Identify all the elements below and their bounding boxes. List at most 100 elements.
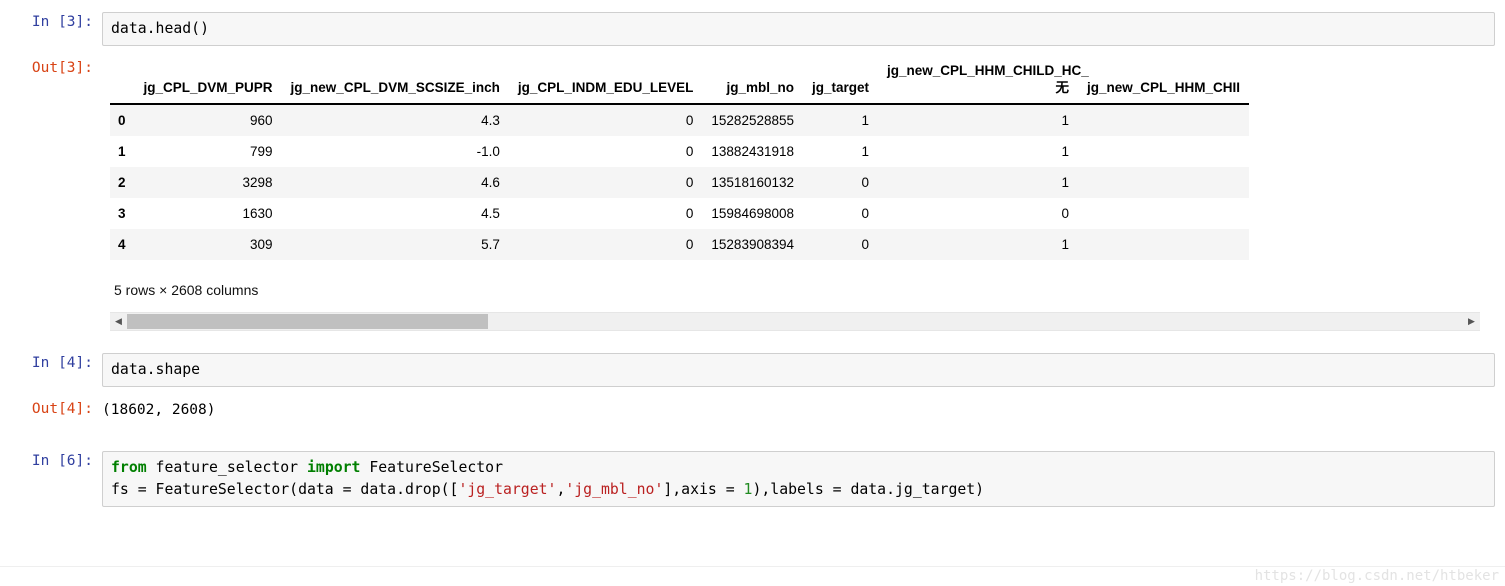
string-jg-mbl-no: 'jg_mbl_no' <box>565 481 664 498</box>
row-index: 4 <box>118 237 126 252</box>
table-row: 4 309 5.7 0 15283908394 0 1 <box>110 229 1250 260</box>
code-text-3: data.head() <box>111 20 209 37</box>
table-row: 2 3298 4.6 0 13518160132 0 1 <box>110 167 1250 198</box>
dataframe-col-0: jg_CPL_DVM_PUPR <box>134 58 282 105</box>
code-editor-4[interactable]: data.shape <box>102 353 1495 387</box>
table-row: 1 799 -1.0 0 13882431918 1 1 <box>110 136 1250 167</box>
row-index: 0 <box>118 113 126 128</box>
scrollbar-track[interactable] <box>127 313 1463 330</box>
dataframe-col-4: jg_target <box>803 58 879 105</box>
cell-value: 13882431918 <box>711 144 794 159</box>
spacer-cell4 <box>0 331 1505 353</box>
cell-value: 15282528855 <box>711 113 794 128</box>
watermark-text: https://blog.csdn.net/htbeker <box>1254 568 1499 584</box>
cell-value <box>1078 229 1249 260</box>
row-index: 3 <box>118 206 126 221</box>
cell-value: 13518160132 <box>711 175 794 190</box>
cell-value: 960 <box>250 113 273 128</box>
cell-value: 1 <box>1061 144 1070 159</box>
cell-value: 0 <box>685 206 694 221</box>
cell-value <box>1078 104 1249 136</box>
cell-value: 4.3 <box>481 113 500 128</box>
cell-value: 0 <box>685 237 694 252</box>
cell-value: 1630 <box>242 206 273 221</box>
code-cell-4: In [4]: data.shape <box>0 353 1505 387</box>
cell-value: 0 <box>1061 206 1070 221</box>
cell-value: -1.0 <box>476 144 500 159</box>
cell-value: 5.7 <box>481 237 500 252</box>
cell-value: 1 <box>1061 113 1070 128</box>
cell-value: 15283908394 <box>711 237 794 252</box>
code-cell-3: In [3]: data.head() <box>0 12 1505 46</box>
table-row: 0 960 4.3 0 15282528855 1 1 <box>110 104 1250 136</box>
code-cell-6: In [6]: from feature_selector import Fea… <box>0 451 1505 507</box>
spacer-out3 <box>0 46 1505 58</box>
cell-value: 1 <box>861 113 870 128</box>
dataframe-head: jg_CPL_DVM_PUPR jg_new_CPL_DVM_SCSIZE_in… <box>110 58 1250 105</box>
cell-value: 0 <box>861 206 870 221</box>
dataframe-col-5: jg_new_CPL_HHM_CHILD_HC_无 <box>878 58 1089 105</box>
scroll-left-arrow-icon[interactable]: ◀ <box>110 313 127 330</box>
dataframe-horizontal-scrollbar[interactable]: ◀ ▶ <box>110 312 1480 331</box>
dataframe-header-row: jg_CPL_DVM_PUPR jg_new_CPL_DVM_SCSIZE_in… <box>110 58 1250 105</box>
string-jg-target: 'jg_target' <box>458 481 557 498</box>
dataframe-viewport[interactable]: jg_CPL_DVM_PUPR jg_new_CPL_DVM_SCSIZE_in… <box>110 58 1480 260</box>
code-editor-6[interactable]: from feature_selector import FeatureSele… <box>102 451 1495 507</box>
cell-value: 3298 <box>242 175 273 190</box>
cell-value <box>1078 167 1249 198</box>
scrollbar-thumb[interactable] <box>127 314 488 329</box>
output-cell-4: Out[4]: (18602, 2608) <box>0 399 1505 421</box>
output-text-4: (18602, 2608) <box>102 402 216 418</box>
dataframe-index-header <box>110 58 135 105</box>
watermark-rule <box>0 566 1505 567</box>
table-row: 3 1630 4.5 0 15984698008 0 0 <box>110 198 1250 229</box>
jupyter-notebook: In [3]: data.head() Out[3]: jg_CPL_DVM_P… <box>0 0 1505 586</box>
cell-value: 309 <box>250 237 273 252</box>
cell-value: 0 <box>685 113 694 128</box>
input-prompt-6[interactable]: In [6]: <box>0 451 102 472</box>
cell-value: 4.5 <box>481 206 500 221</box>
row-index: 1 <box>118 144 126 159</box>
code-editor-3[interactable]: data.head() <box>102 12 1495 46</box>
code-text-6-line1: from feature_selector import FeatureSele… <box>111 457 1490 479</box>
spacer-top <box>0 0 1505 12</box>
cell-value: 0 <box>685 175 694 190</box>
output-prompt-4: Out[4]: <box>31 401 93 417</box>
cell-value: 799 <box>250 144 273 159</box>
cell-value: 4.6 <box>481 175 500 190</box>
spacer-out4 <box>0 387 1505 399</box>
module-name: feature_selector <box>146 459 307 476</box>
cell-value: 1 <box>1061 237 1070 252</box>
scroll-right-arrow-icon[interactable]: ▶ <box>1463 313 1480 330</box>
dataframe-col-1: jg_new_CPL_DVM_SCSIZE_inch <box>281 58 509 105</box>
input-prompt-4[interactable]: In [4]: <box>0 353 102 374</box>
dataframe-table: jg_CPL_DVM_PUPR jg_new_CPL_DVM_SCSIZE_in… <box>110 58 1250 260</box>
cell-value: 1 <box>861 144 870 159</box>
cell-value <box>1078 198 1249 229</box>
dataframe-col-6: jg_new_CPL_HHM_CHII <box>1078 58 1250 105</box>
cell-value <box>1078 136 1249 167</box>
dataframe-output: jg_CPL_DVM_PUPR jg_new_CPL_DVM_SCSIZE_in… <box>102 58 1505 331</box>
dataframe-body: 0 960 4.3 0 15282528855 1 1 1 799 -1.0 0… <box>110 104 1250 260</box>
output-cell-3: Out[3]: jg_CPL_DVM_PUPR jg_new_CPL_DVM_S… <box>0 58 1505 331</box>
imported-name: FeatureSelector <box>360 459 503 476</box>
cell-value: 0 <box>685 144 694 159</box>
cell-value: 0 <box>861 237 870 252</box>
row-index: 2 <box>118 175 126 190</box>
code-text-6-line2: fs = FeatureSelector(data = data.drop(['… <box>111 479 1490 501</box>
spacer-cell6 <box>0 421 1505 451</box>
cell-value: 0 <box>861 175 870 190</box>
code-part-4: ),labels = data.jg_target) <box>752 481 985 498</box>
dataframe-col-3: jg_mbl_no <box>702 58 803 105</box>
keyword-import: import <box>307 459 361 476</box>
cell-value: 1 <box>1061 175 1070 190</box>
code-part-3: ],axis = <box>663 481 744 498</box>
dataframe-col-2: jg_CPL_INDM_EDU_LEVEL <box>508 58 703 105</box>
input-prompt-3[interactable]: In [3]: <box>0 12 102 33</box>
output-prompt-3: Out[3]: <box>31 60 93 76</box>
keyword-from: from <box>111 459 147 476</box>
cell-value: 15984698008 <box>711 206 794 221</box>
code-part-1: fs = FeatureSelector(data = data.drop([ <box>111 481 459 498</box>
dataframe-summary: 5 rows × 2608 columns <box>114 282 259 298</box>
code-text-4: data.shape <box>111 361 201 378</box>
